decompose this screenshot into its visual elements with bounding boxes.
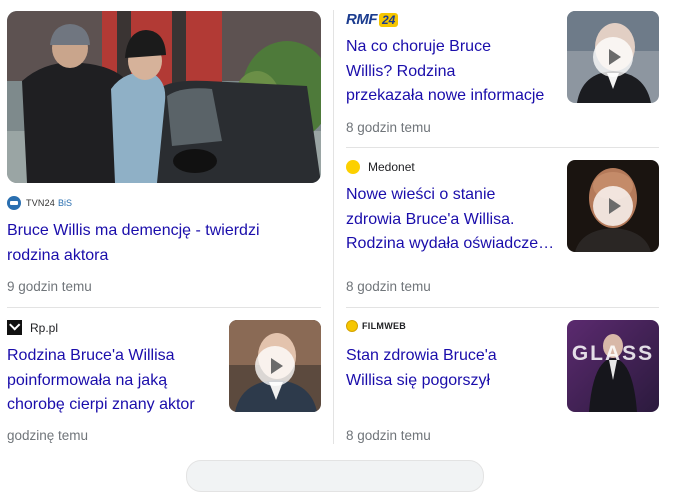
filmweb-logo-icon (346, 320, 358, 332)
poster-text: GLASS (572, 342, 654, 365)
title-line: Na co choruje Bruce (346, 38, 491, 55)
title-line: zdrowia Bruce'a Willisa. (346, 210, 515, 228)
title-line: poinformowała na jaką (7, 371, 168, 389)
rmf-logo-badge: 24 (379, 12, 399, 27)
play-icon (593, 37, 633, 77)
title-line: Rodzina wydała oświadcze… (346, 235, 555, 252)
source-name: TVN24 (26, 198, 56, 208)
medonet-logo-icon (346, 160, 360, 174)
play-icon (593, 186, 633, 226)
rppl-logo-icon (7, 319, 22, 335)
tvn24-logo-icon (7, 196, 21, 210)
source-filmweb: FILMWEB (346, 320, 406, 332)
title-line: chorobę cierpi znany aktor (7, 396, 195, 413)
source-name: Rp.pl (30, 320, 59, 335)
article-time: godzinę temu (7, 428, 89, 443)
source-name: Medonet (368, 160, 415, 174)
play-icon (255, 346, 295, 386)
article-title[interactable]: Bruce Willis ma demencję - twierdzi rodz… (7, 219, 317, 268)
video-thumbnail[interactable] (567, 160, 659, 252)
column-divider (333, 10, 334, 444)
article-title[interactable]: Rodzina Bruce'a Willisa poinformowała na… (7, 344, 222, 418)
source-rmf24: RMF 24 (346, 11, 399, 28)
title-line: Stan zdrowia Bruce'a (346, 347, 497, 364)
title-line: rodzina aktora (7, 246, 109, 264)
title-line: Willis? Rodzina (346, 62, 456, 80)
article-title[interactable]: Nowe wieści o stanie zdrowia Bruce'a Wil… (346, 183, 561, 257)
row-divider (7, 307, 321, 308)
article-title[interactable]: Stan zdrowia Bruce'a Willisa się pogorsz… (346, 344, 556, 393)
source-suffix: BiS (58, 198, 73, 208)
more-news-button[interactable] (186, 460, 484, 492)
source-medonet: Medonet (346, 160, 415, 174)
title-line: Willisa się pogorszył (346, 371, 491, 389)
title-line: Bruce Willis ma demencję - twierdzi (7, 222, 260, 239)
article-time: 8 godzin temu (346, 279, 431, 294)
row-divider (346, 147, 659, 148)
title-line: Rodzina Bruce'a Willisa (7, 347, 175, 364)
title-line: przekazała nowe informacje (346, 87, 545, 104)
article-time: 9 godzin temu (7, 279, 92, 294)
row-divider (346, 307, 659, 308)
source-rppl: Rp.pl (7, 319, 59, 335)
video-thumbnail[interactable] (567, 11, 659, 103)
article-time: 8 godzin temu (346, 120, 431, 135)
source-tvn24: TVN24 BiS (7, 196, 72, 210)
article-time: 8 godzin temu (346, 428, 431, 443)
title-line: Nowe wieści o stanie (346, 186, 496, 203)
source-name: FILMWEB (362, 321, 407, 331)
video-thumbnail[interactable] (229, 320, 321, 412)
article-title[interactable]: Na co choruje Bruce Willis? Rodzina prze… (346, 35, 556, 109)
article-image[interactable] (7, 11, 321, 183)
article-thumbnail[interactable]: GLASS (567, 320, 659, 412)
rmf-logo-text: RMF (346, 11, 378, 28)
